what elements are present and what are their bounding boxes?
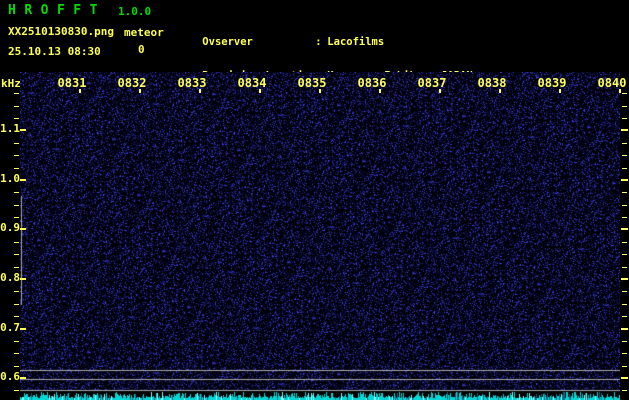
y-axis-minor-tick (14, 304, 19, 305)
y-axis-minor-tick-right (622, 316, 627, 317)
y-axis-tick-label: 0.9 (0, 221, 20, 234)
y-axis-minor-tick-right (622, 254, 627, 255)
y-axis-tick-label: 0.7 (0, 321, 20, 334)
y-axis-tick-mark-right (621, 328, 628, 330)
hrofft-screen: { "app": { "title": "HROFFT", "version":… (0, 0, 629, 400)
y-axis-minor-tick-right (622, 143, 627, 144)
x-axis-tick-label: 0839 (537, 76, 567, 90)
x-axis-tick-label: 0832 (117, 76, 147, 90)
y-axis-minor-tick-right (622, 106, 627, 107)
x-axis-tick-mark (379, 89, 381, 93)
y-axis-minor-tick-right (622, 93, 627, 94)
y-axis-tick-label: 1.0 (0, 172, 20, 185)
x-axis-tick-label: 0831 (57, 76, 87, 90)
y-axis-minor-tick (14, 353, 19, 354)
y-axis-minor-tick-right (622, 242, 627, 243)
y-axis-minor-tick (14, 143, 19, 144)
y-axis-minor-tick (14, 242, 19, 243)
y-axis-tick-mark (20, 228, 26, 230)
y-axis-minor-tick (14, 316, 19, 317)
y-axis-minor-tick-right (622, 168, 627, 169)
x-axis-tick-mark (319, 89, 321, 93)
y-axis-minor-tick (14, 291, 19, 292)
x-axis-tick-mark (79, 89, 81, 93)
y-axis-minor-tick (14, 106, 19, 107)
y-axis-tick-mark-right (621, 129, 628, 131)
y-axis-tick-mark-right (621, 377, 628, 379)
y-axis-minor-tick (14, 168, 19, 169)
observer-label: Ovserver (202, 35, 253, 48)
y-axis-tick-mark (20, 278, 26, 280)
y-axis-minor-tick-right (622, 390, 627, 391)
y-axis-tick-label: 1.1 (0, 122, 20, 135)
x-axis-tick-label: 0834 (237, 76, 267, 90)
y-axis-minor-tick-right (622, 205, 627, 206)
y-axis-minor-tick (14, 267, 19, 268)
x-axis-tick-mark (619, 89, 621, 93)
x-axis-tick-mark (259, 89, 261, 93)
y-axis-minor-tick-right (622, 304, 627, 305)
info-row-observer: Ovserver: Lacofilms (177, 26, 473, 47)
y-axis-minor-tick (14, 155, 19, 156)
y-axis-tick-mark (20, 179, 26, 181)
y-axis-minor-tick-right (622, 366, 627, 367)
y-axis-tick-mark (20, 377, 26, 379)
y-axis-minor-tick (14, 390, 19, 391)
y-axis-minor-tick-right (622, 341, 627, 342)
x-axis-tick-mark (139, 89, 141, 93)
x-axis-tick-label: 0838 (477, 76, 507, 90)
y-axis-tick-mark (20, 328, 26, 330)
x-axis-tick-mark (559, 89, 561, 93)
y-axis-minor-tick (14, 118, 19, 119)
y-axis-minor-tick-right (622, 291, 627, 292)
y-axis-minor-tick-right (622, 267, 627, 268)
x-axis-tick-label: 0837 (417, 76, 447, 90)
observer-value: Lacofilms (327, 35, 385, 48)
record-datetime: 25.10.13 08:30 (8, 45, 101, 58)
y-axis-tick-mark-right (621, 179, 628, 181)
y-axis-minor-tick (14, 366, 19, 367)
y-axis-minor-tick (14, 341, 19, 342)
y-axis-minor-tick (14, 93, 19, 94)
x-axis-tick-mark (499, 89, 501, 93)
y-axis-minor-tick-right (622, 353, 627, 354)
x-axis-tick-label: 0840 (597, 76, 627, 90)
y-axis-minor-tick-right (622, 118, 627, 119)
y-axis-minor-tick (14, 254, 19, 255)
y-axis-tick-mark-right (621, 278, 628, 280)
y-axis-tick-mark (20, 129, 26, 131)
y-axis-tick-label: 0.6 (0, 370, 20, 383)
y-axis-minor-tick-right (622, 155, 627, 156)
y-axis-minor-tick (14, 205, 19, 206)
page-title: HROFFT (8, 3, 106, 18)
y-axis-minor-tick (14, 192, 19, 193)
output-filename: XX2510130830.png (8, 25, 114, 38)
meteor-counter-value: 0 (138, 43, 145, 56)
version-label: 1.0.0 (118, 5, 152, 18)
y-axis-minor-tick-right (622, 217, 627, 218)
y-axis-tick-label: 0.8 (0, 271, 20, 284)
info-separator: : (315, 35, 322, 48)
y-axis-minor-tick (14, 217, 19, 218)
x-axis-tick-label: 0835 (297, 76, 327, 90)
meteor-counter-label: meteor (124, 26, 164, 39)
x-axis-tick-mark (439, 89, 441, 93)
spectrogram-plot (20, 72, 620, 400)
x-axis-tick-label: 0836 (357, 76, 387, 90)
y-axis-minor-tick-right (622, 192, 627, 193)
y-axis-unit-label: kHz (1, 77, 21, 90)
x-axis-tick-mark (199, 89, 201, 93)
x-axis-tick-label: 0833 (177, 76, 207, 90)
y-axis-tick-mark-right (621, 228, 628, 230)
